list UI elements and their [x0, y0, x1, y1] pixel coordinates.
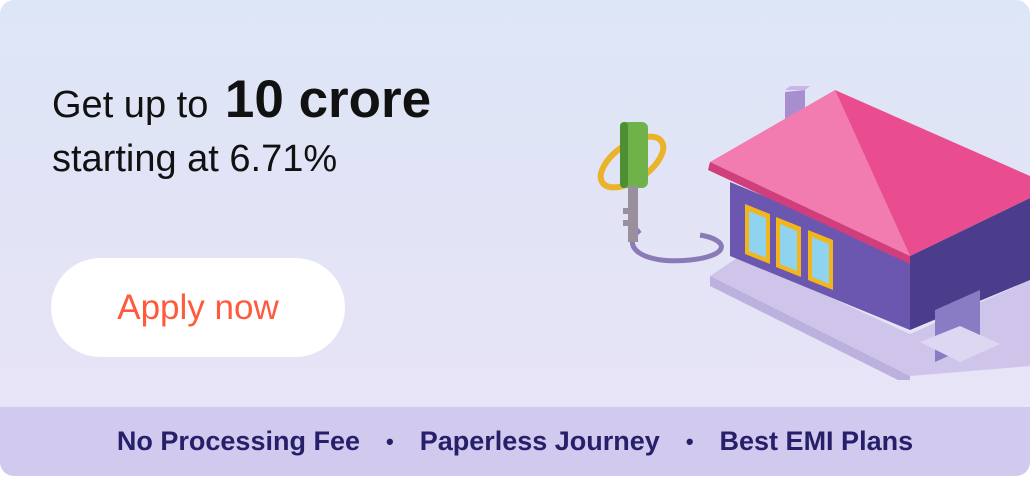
feature-item: Paperless Journey	[419, 426, 660, 456]
feature-item: Best EMI Plans	[719, 426, 914, 456]
headline: Get up to 10 crore starting at 6.71%	[52, 70, 431, 187]
separator-dot: •	[685, 428, 694, 454]
headline-line-1: Get up to 10 crore	[52, 70, 431, 135]
headline-rate: starting at 6.71%	[52, 138, 338, 180]
feature-item: No Processing Fee	[116, 426, 360, 456]
features-bar: No Processing Fee • Paperless Journey • …	[0, 407, 1030, 476]
separator-dot: •	[385, 428, 394, 454]
apply-now-button[interactable]: Apply now	[51, 258, 345, 357]
house-with-key-icon	[597, 86, 1030, 380]
loan-banner[interactable]: Get up to 10 crore starting at 6.71% App…	[0, 0, 1030, 476]
headline-prefix: Get up to	[52, 84, 209, 126]
headline-amount: 10 crore	[224, 70, 432, 129]
